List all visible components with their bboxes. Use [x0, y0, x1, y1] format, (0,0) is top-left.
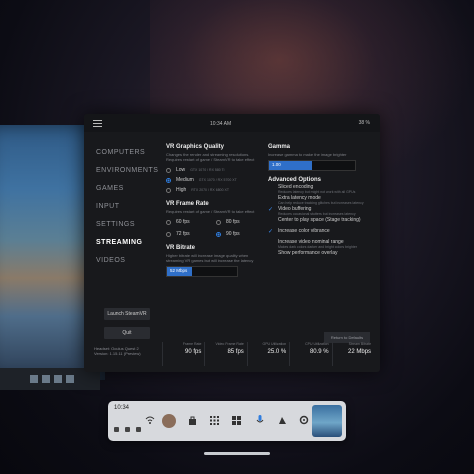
advanced-options-list: Sliced encoding Reduces latency but might…	[268, 185, 376, 260]
stats-bar: Frame Rate 90 fps Video Frame Rate 85 fps …	[162, 342, 374, 366]
sidebar-item-videos[interactable]: VIDEOS	[84, 252, 156, 270]
advanced-option-label: Increase color vibrance	[278, 228, 330, 234]
fps-option-90[interactable]: 90 fps	[216, 229, 266, 239]
device-info: Headset: Oculus Quest 2 Version: 1.15.11…	[94, 346, 141, 356]
virtual-desktop-panel: 10:34 AM 38 % COMPUTERS ENVIRONMENTS GAM…	[84, 114, 380, 372]
graphics-option-high[interactable]: High RTX 2070 / RX 6800 XT	[166, 185, 266, 195]
wifi-icon[interactable]	[144, 414, 156, 426]
framerate-desc: Requires restart of game / SteamVR to ta…	[166, 209, 255, 214]
sidebar-item-computers[interactable]: COMPUTERS	[84, 144, 156, 162]
advanced-option-desc: Can help reduce tracking glitches but in…	[278, 201, 364, 205]
settings-icon[interactable]	[298, 414, 310, 426]
stat-stream-bitrate: Stream Bitrate 22 Mbps	[331, 342, 374, 366]
advanced-option[interactable]: Sliced encoding Reduces latency but might…	[268, 185, 376, 195]
stat-video-frame-rate: Video Frame Rate 85 fps	[204, 342, 246, 366]
advanced-option-label: Show performance overlay	[278, 250, 338, 256]
advanced-option-desc: Reduces latency but might not work with …	[278, 190, 356, 194]
sidebar-item-input[interactable]: INPUT	[84, 198, 156, 216]
advanced-title: Advanced Options	[268, 177, 322, 183]
advanced-option[interactable]: Show performance overlay	[268, 251, 376, 260]
framerate-title: VR Frame Rate	[166, 201, 209, 207]
sidebar-item-settings[interactable]: SETTINGS	[84, 216, 156, 234]
radio-selected-icon	[166, 177, 171, 183]
mic-icon[interactable]	[254, 414, 266, 426]
sidebar: COMPUTERS ENVIRONMENTS GAMES INPUT SETTI…	[84, 132, 158, 372]
graphics-title: VR Graphics Quality	[166, 144, 225, 150]
share-icon[interactable]	[276, 414, 288, 426]
top-bar: 10:34 AM 38 %	[84, 114, 380, 132]
bitrate-value: 52 Mbps	[170, 268, 188, 273]
advanced-option[interactable]: ✓ Increase color vibrance	[268, 229, 376, 238]
checkmark-icon: ✓	[268, 229, 274, 235]
streaming-settings: VR Graphics Quality Changes the render a…	[166, 132, 376, 332]
radio-icon	[166, 167, 171, 173]
fps-option-72[interactable]: 72 fps	[166, 229, 216, 239]
advanced-option[interactable]: Extra latency mode Can help reduce tracki…	[268, 196, 376, 206]
quit-button[interactable]: Quit	[104, 327, 150, 339]
fps-option-80[interactable]: 80 fps	[216, 217, 266, 227]
right-column: Gamma Increase gamma to make the image b…	[268, 144, 376, 262]
sidebar-item-streaming[interactable]: STREAMING	[84, 234, 156, 252]
stat-cpu-utilization: CPU Utilization 80.9 %	[289, 342, 331, 366]
dock-status-icons	[114, 427, 141, 432]
avatar[interactable]	[162, 414, 176, 428]
stat-frame-rate: Frame Rate 90 fps	[162, 342, 204, 366]
gamma-value: 1.00	[272, 162, 281, 167]
active-app-thumbnail[interactable]	[312, 405, 342, 437]
gamma-desc: Increase gamma to make the image brighte…	[268, 152, 347, 157]
advanced-option[interactable]: Center to play space (Stage tracking)	[268, 218, 376, 227]
advanced-option[interactable]: Increase video nominal range Makes dark c…	[268, 240, 376, 250]
dock-clock: 10:34	[114, 405, 130, 411]
menu-icon[interactable]	[93, 120, 102, 129]
graphics-option-low[interactable]: Low GTX 1070 / RX 580 Ti	[166, 165, 266, 175]
dock-handle[interactable]	[204, 452, 270, 455]
graphics-option-medium[interactable]: Medium GTX 1070 / RX 5700 XT	[166, 175, 266, 185]
checkmark-icon: ✓	[268, 207, 274, 213]
sidebar-item-games[interactable]: GAMES	[84, 180, 156, 198]
quest-dock: 10:34	[108, 401, 346, 441]
apps-icon[interactable]	[208, 414, 220, 426]
advanced-option[interactable]: ✓ Video buffering Reduces occasional stutt…	[268, 207, 376, 217]
bitrate-desc: Higher bitrate will increase image quali…	[166, 253, 254, 263]
gamma-slider[interactable]: 1.00	[268, 160, 356, 171]
launch-steamvr-button[interactable]: Launch SteamVR	[104, 308, 150, 320]
left-column: VR Graphics Quality Changes the render a…	[166, 144, 266, 277]
gamma-title: Gamma	[268, 144, 291, 150]
battery-level: 38 %	[358, 120, 370, 126]
clock: 10:34 AM	[210, 121, 232, 127]
advanced-option-desc: Makes dark colors darker and bright colo…	[278, 245, 357, 249]
framerate-options: 60 fps 80 fps 72 fps 90 fps	[166, 217, 266, 239]
advanced-option-label: Center to play space (Stage tracking)	[278, 217, 361, 223]
graphics-desc: Changes the render and streaming resolut…	[166, 152, 255, 162]
bitrate-title: VR Bitrate	[166, 245, 196, 251]
advanced-option-desc: Reduces occasional stutters but increase…	[278, 212, 356, 216]
store-icon[interactable]	[186, 414, 198, 426]
radio-icon	[166, 187, 171, 193]
fps-option-60[interactable]: 60 fps	[166, 217, 216, 227]
grid-icon[interactable]	[230, 414, 242, 426]
sidebar-item-environments[interactable]: ENVIRONMENTS	[84, 162, 158, 180]
stat-gpu-utilization: GPU Utilization 25.0 %	[246, 342, 289, 366]
bitrate-slider[interactable]: 52 Mbps	[166, 266, 238, 277]
